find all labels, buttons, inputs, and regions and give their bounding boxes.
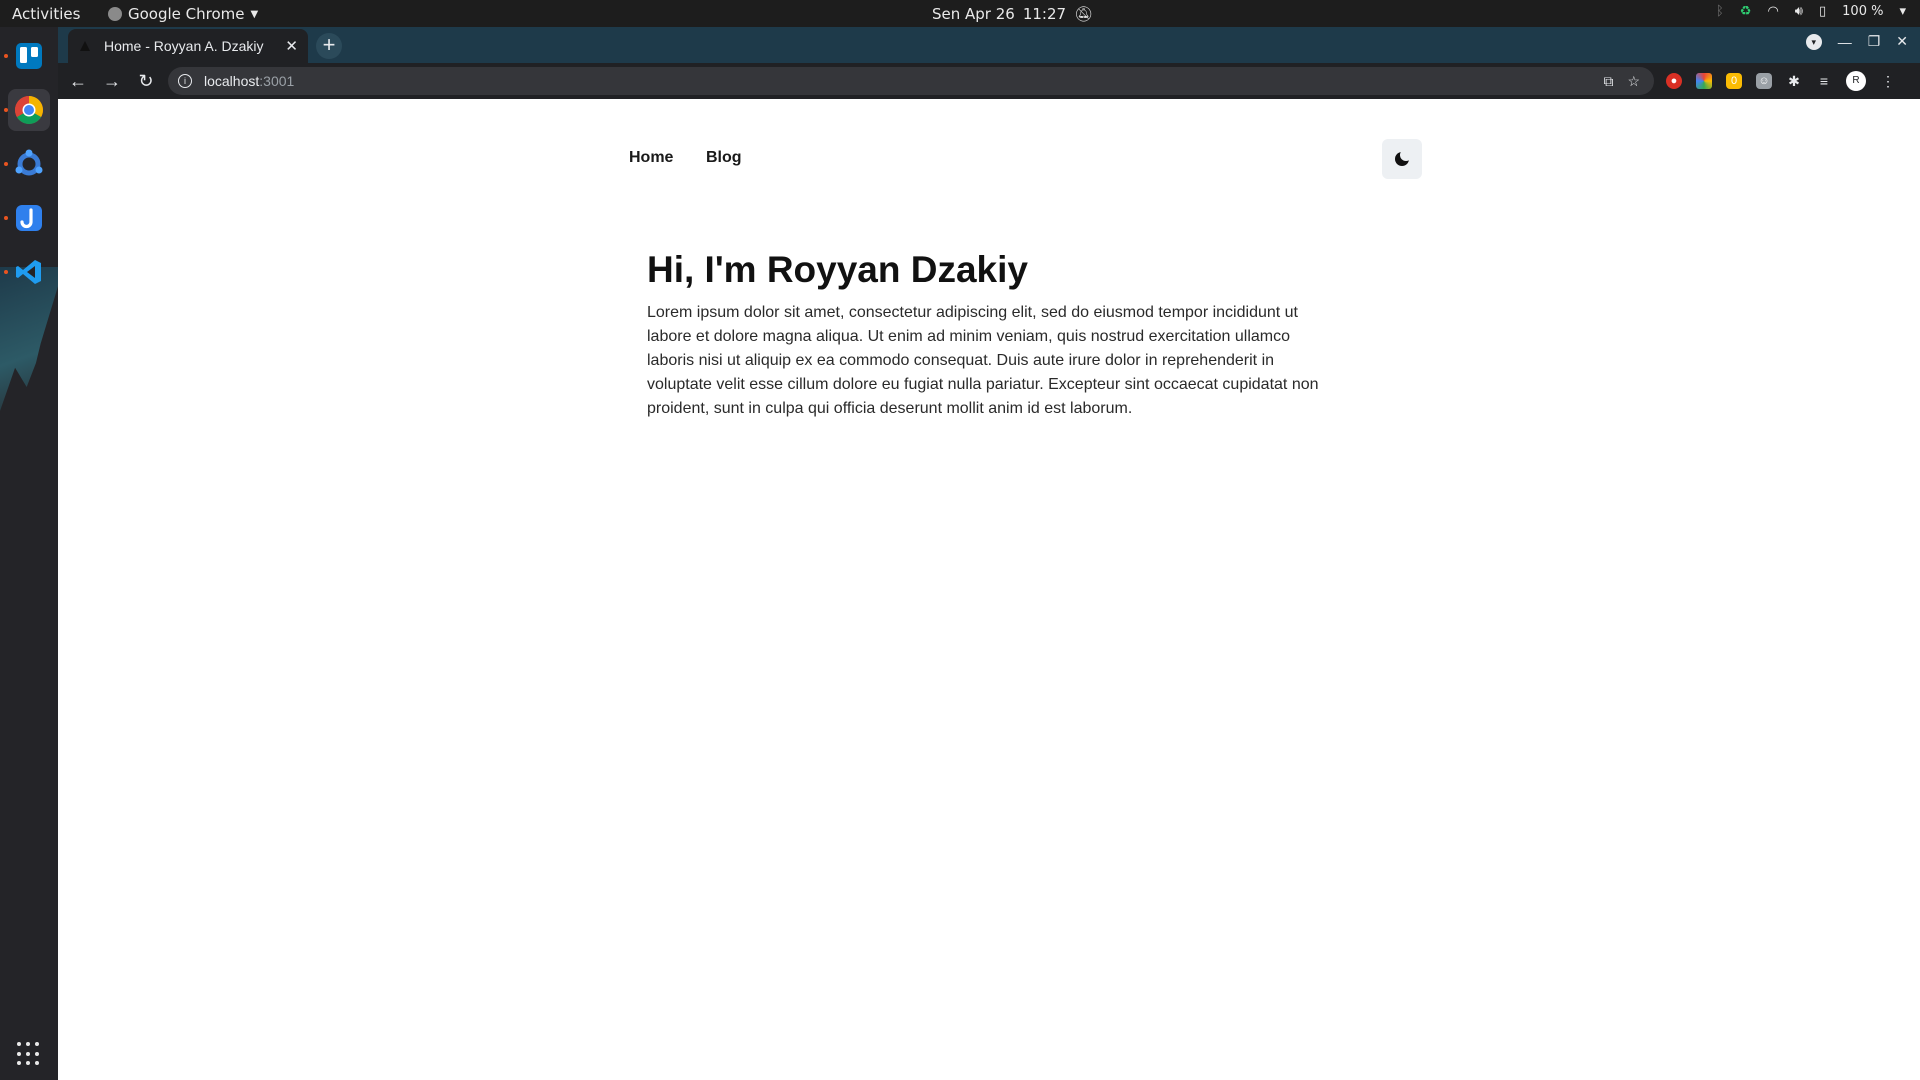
extensions-area: ● 0 ☺ ✱ ≡ R ⋮	[1666, 71, 1896, 91]
dock-item-j-app[interactable]	[4, 197, 50, 239]
site-favicon-icon	[80, 41, 90, 51]
running-indicator	[4, 162, 8, 166]
nav-link-home[interactable]: Home	[629, 149, 673, 167]
clock-time: 11:27	[1022, 5, 1067, 23]
page-viewport: Home Blog Hi, I'm Royyan Dzakiy Lorem ip…	[58, 99, 1920, 1080]
bookmark-star-icon[interactable]: ☆	[1627, 73, 1640, 90]
arrow-right-icon: →	[103, 70, 121, 91]
moon-icon	[1395, 149, 1412, 166]
hero-section: Hi, I'm Royyan Dzakiy Lorem ipsum dolor …	[647, 249, 1327, 421]
tab-title: Home - Royyan A. Dzakiy	[104, 38, 264, 54]
forward-button[interactable]: →	[98, 67, 126, 95]
j-app-icon	[16, 205, 42, 231]
profile-avatar[interactable]: R	[1846, 71, 1866, 91]
tab-search-icon[interactable]: ▾	[1805, 33, 1822, 50]
dock-item-app-hex[interactable]	[4, 143, 50, 185]
battery-level: 100 %	[1842, 4, 1884, 19]
trello-icon	[16, 43, 42, 69]
intro-paragraph: Lorem ipsum dolor sit amet, consectetur …	[647, 304, 1319, 417]
url-host: localhost	[204, 73, 260, 89]
theme-toggle-button[interactable]	[1382, 139, 1422, 179]
chrome-icon	[15, 96, 43, 124]
extension-color-picker-icon[interactable]	[1696, 73, 1712, 89]
extension-badge-icon[interactable]: 0	[1726, 73, 1742, 89]
close-window-icon[interactable]: ✕	[1896, 33, 1908, 50]
activities-button[interactable]: Activities	[12, 5, 80, 23]
wifi-icon: ◠	[1767, 4, 1779, 19]
site-info-icon[interactable]: i	[178, 74, 192, 88]
address-bar[interactable]: i localhost :3001 ⧉ ☆	[168, 67, 1654, 95]
url-port: :3001	[259, 73, 295, 89]
app-menu[interactable]: Google Chrome ▼	[108, 5, 258, 23]
vscode-icon	[16, 260, 41, 284]
minimize-icon[interactable]: —	[1838, 34, 1852, 50]
caret-down-icon: ▼	[250, 8, 259, 20]
app-hex-icon	[15, 149, 43, 176]
browser-toolbar: ← → ↻ i localhost :3001 ⧉ ☆ ● 0 ☺ ✱ ≡ R …	[58, 63, 1920, 99]
nav-link-blog[interactable]: Blog	[706, 149, 742, 167]
show-applications-icon[interactable]	[17, 1042, 41, 1066]
arrow-left-icon: ←	[69, 70, 87, 91]
battery-icon: ▯	[1819, 4, 1827, 19]
tab-close-icon[interactable]: ✕	[285, 37, 298, 55]
power-menu-icon: ▾	[1899, 4, 1906, 19]
dock-item-trello[interactable]	[4, 35, 50, 77]
extension-red-icon[interactable]: ●	[1666, 73, 1682, 89]
media-queue-icon[interactable]: ≡	[1816, 73, 1832, 89]
clock[interactable]: Sen Apr 26 11:27 🔕︎	[932, 5, 1093, 23]
sync-icon: ♻	[1739, 4, 1752, 19]
extensions-puzzle-icon[interactable]: ✱	[1786, 73, 1802, 89]
window-controls: ▾ — ❐ ✕	[1805, 33, 1908, 50]
running-indicator	[4, 54, 8, 58]
running-indicator	[4, 270, 8, 274]
system-tray[interactable]: ᛒ ♻ ◠ 🔊︎ ▯ 100 % ▾	[1716, 4, 1906, 19]
reload-button[interactable]: ↻	[132, 67, 160, 95]
tab-strip: Home - Royyan A. Dzakiy ✕ + ▾ — ❐ ✕	[58, 27, 1920, 63]
app-menu-label: Google Chrome	[128, 5, 245, 23]
notifications-off-icon: 🔕︎	[1074, 5, 1094, 23]
dock-item-vscode[interactable]	[4, 251, 50, 293]
translate-icon[interactable]: ⧉	[1603, 73, 1613, 90]
dock-item-chrome[interactable]	[4, 89, 50, 131]
dock	[0, 27, 58, 1080]
running-indicator	[4, 108, 8, 112]
tab-active[interactable]: Home - Royyan A. Dzakiy ✕	[68, 29, 308, 63]
bluetooth-icon: ᛒ	[1715, 4, 1724, 19]
volume-icon: 🔊︎	[1794, 4, 1803, 19]
page-title: Hi, I'm Royyan Dzakiy	[647, 249, 1028, 290]
more-menu-icon[interactable]: ⋮	[1880, 73, 1896, 89]
site-navigation: Home Blog	[629, 139, 1422, 179]
clock-date: Sen Apr 26	[932, 5, 1015, 23]
system-top-bar: Activities Google Chrome ▼ Sen Apr 26 11…	[0, 0, 1920, 27]
restore-icon[interactable]: ❐	[1868, 33, 1881, 50]
back-button[interactable]: ←	[64, 67, 92, 95]
reload-icon: ↻	[138, 70, 154, 91]
new-tab-button[interactable]: +	[316, 33, 342, 59]
running-indicator	[4, 216, 8, 220]
extension-chat-icon[interactable]: ☺	[1756, 73, 1772, 89]
chrome-small-icon	[108, 7, 122, 21]
browser-window: Home - Royyan A. Dzakiy ✕ + ▾ — ❐ ✕ ← → …	[58, 27, 1920, 1080]
